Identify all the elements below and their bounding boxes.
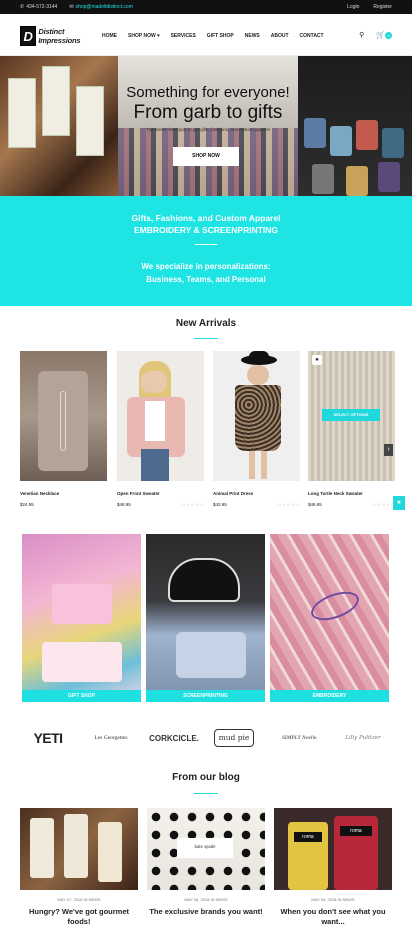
- hero-caption: The area's best spot to get gifts, fashi…: [146, 127, 270, 132]
- product-price: $24.95: [20, 502, 34, 507]
- product-name[interactable]: Venetian Necklace: [20, 491, 107, 496]
- product-name[interactable]: Long Turtle Neck Sweater: [308, 491, 395, 496]
- hero-headline: Something for everyone!: [126, 84, 290, 101]
- product-card[interactable]: Open Front Sweater $48.95 ☆☆☆☆☆: [117, 351, 204, 508]
- phone-number[interactable]: 434-572-3144: [26, 4, 57, 10]
- cart-icon[interactable]: 🛒 0: [376, 31, 392, 39]
- rating-stars: ☆☆☆☆☆: [372, 502, 395, 507]
- blog-post-image[interactable]: [20, 808, 138, 890]
- product-card[interactable]: Animal Print Dress $42.95 ☆☆☆☆☆: [213, 351, 300, 508]
- menu-item-shop-now[interactable]: SHOP NOW ▾: [128, 33, 160, 39]
- category-label[interactable]: EMBROIDERY: [270, 690, 389, 702]
- banner-line-1: Gifts, Fashions, and Custom Apparel: [131, 213, 281, 223]
- product-image[interactable]: [20, 351, 107, 481]
- product-price: $48.95: [117, 502, 131, 507]
- hero-image-store: [118, 56, 298, 196]
- category-tile-screenprinting[interactable]: SCREENPRINTING: [146, 534, 265, 702]
- blog-post-card[interactable]: MAY 07, 2018 IN NEWS Hungry? We've got g…: [20, 808, 138, 927]
- brand-logos-row: YETI Les Georgettes CORKCICLE. mud pie S…: [0, 726, 412, 750]
- banner-line-2: EMBROIDERY & SCREENPRINTING: [133, 225, 279, 235]
- logo[interactable]: D Distinct Impressions: [20, 26, 94, 46]
- blog-post-title[interactable]: Hungry? We've got gourmet foods!: [20, 907, 138, 927]
- new-arrivals-title: New Arrivals: [175, 318, 237, 329]
- carousel-next-button[interactable]: ›: [384, 444, 393, 456]
- category-label[interactable]: GIFT SHOP: [22, 690, 141, 702]
- product-image[interactable]: [213, 351, 300, 481]
- category-tile-gift-shop[interactable]: GIFT SHOP: [22, 534, 141, 702]
- menu-item-about[interactable]: ABOUT: [271, 33, 289, 39]
- cart-count-badge: 0: [385, 31, 392, 39]
- blog-divider: [194, 793, 218, 794]
- blog-post-title[interactable]: When you don't see what you want...: [274, 907, 392, 927]
- search-icon[interactable]: ⚲: [359, 31, 364, 39]
- product-name[interactable]: Animal Print Dress: [213, 491, 300, 496]
- product-name[interactable]: Open Front Sweater: [117, 491, 204, 496]
- product-card[interactable]: ● SELECT OPTIONS Long Turtle Neck Sweate…: [308, 351, 395, 508]
- product-price: $46.95: [308, 502, 322, 507]
- blog-post-image[interactable]: roma roma: [274, 808, 392, 890]
- blog-post-meta: MAY 08, 2018 IN NEWS: [184, 897, 228, 902]
- brand-logo-corkcicle[interactable]: CORKCICLE.: [148, 734, 200, 743]
- services-banner: Gifts, Fashions, and Custom Apparel EMBR…: [0, 196, 412, 306]
- blog-post-card[interactable]: kate spade MAY 08, 2018 IN NEWS The excl…: [147, 808, 265, 917]
- brand-logo-mud-pie[interactable]: mud pie: [214, 729, 254, 747]
- menu-item-contact[interactable]: CONTACT: [300, 33, 324, 39]
- email-link[interactable]: shop@madeitdistinct.com: [76, 4, 133, 10]
- hero-slider: Something for everyone! From garb to gif…: [0, 56, 412, 196]
- top-bar: ✆ 434-572-3144 ✉ shop@madeitdistinct.com…: [0, 0, 412, 14]
- logo-mark: D: [20, 26, 37, 46]
- hero-subheadline: From garb to gifts: [133, 102, 283, 123]
- logo-text: Distinct Impressions: [38, 27, 81, 45]
- mail-icon: ✉: [69, 4, 74, 10]
- rating-stars: ☆☆☆☆☆: [277, 502, 300, 507]
- login-link[interactable]: Login: [347, 4, 359, 10]
- product-image[interactable]: ● SELECT OPTIONS: [308, 351, 395, 481]
- menu-item-news[interactable]: NEWS: [245, 33, 260, 39]
- phone-icon: ✆: [20, 4, 25, 10]
- product-card[interactable]: Venetian Necklace $24.95: [20, 351, 107, 507]
- blog-post-image[interactable]: kate spade: [147, 808, 265, 890]
- main-header: D Distinct Impressions HOME SHOP NOW ▾ S…: [0, 14, 412, 56]
- product-price: $42.95: [213, 502, 227, 507]
- select-options-button[interactable]: SELECT OPTIONS: [322, 409, 380, 421]
- brand-logo-lilly-pulitzer[interactable]: Lilly Pulitzer: [336, 735, 390, 741]
- banner-line-4: Business, Teams, and Personal: [146, 275, 266, 284]
- rating-stars: ☆☆☆☆☆: [181, 502, 204, 507]
- menu-item-gift-shop[interactable]: GIFT SHOP: [207, 33, 234, 39]
- floating-action-button[interactable]: ★: [393, 496, 405, 510]
- product-image[interactable]: [117, 351, 204, 481]
- blog-title: From our blog: [172, 772, 240, 783]
- new-arrivals-divider: [194, 338, 218, 339]
- category-label[interactable]: SCREENPRINTING: [146, 690, 265, 702]
- banner-line-3: We specialize in personalizations:: [141, 262, 271, 271]
- quick-view-icon[interactable]: ●: [312, 355, 322, 365]
- blog-post-meta: MAY 07, 2018 IN NEWS: [57, 897, 101, 902]
- blog-post-card[interactable]: roma roma MAY 05, 2018 IN NEWS When you …: [274, 808, 392, 927]
- menu-item-services[interactable]: SERVICES: [171, 33, 196, 39]
- brand-logo-yeti[interactable]: YETI: [26, 730, 70, 746]
- brand-logo-simply-noelle[interactable]: SIMPLY Noelle.: [272, 735, 328, 741]
- brand-logo-les-georgettes[interactable]: Les Georgettes: [86, 735, 136, 741]
- chevron-right-icon: ›: [387, 446, 390, 453]
- menu-item-home[interactable]: HOME: [102, 33, 117, 39]
- main-menu: HOME SHOP NOW ▾ SERVICES GIFT SHOP NEWS …: [102, 33, 335, 39]
- shop-now-button[interactable]: SHOP NOW: [173, 147, 239, 166]
- blog-post-title[interactable]: The exclusive brands you want!: [147, 907, 265, 917]
- banner-divider: [195, 244, 217, 245]
- category-tile-embroidery[interactable]: EMBROIDERY: [270, 534, 389, 702]
- hero-image-gourmet: [0, 56, 118, 196]
- blog-post-meta: MAY 05, 2018 IN NEWS: [311, 897, 355, 902]
- hero-image-yeti: [298, 56, 412, 196]
- register-link[interactable]: Register: [373, 4, 392, 10]
